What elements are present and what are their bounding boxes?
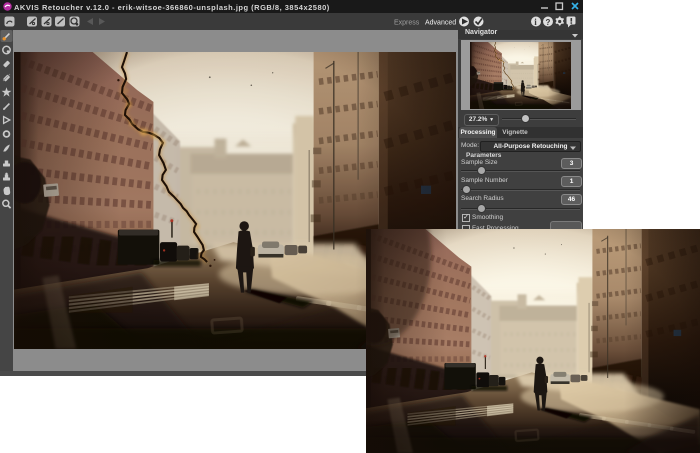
svg-text:Express: Express	[394, 19, 420, 26]
svg-text:?: ?	[546, 18, 551, 27]
svg-text:Advanced: Advanced	[425, 19, 456, 26]
